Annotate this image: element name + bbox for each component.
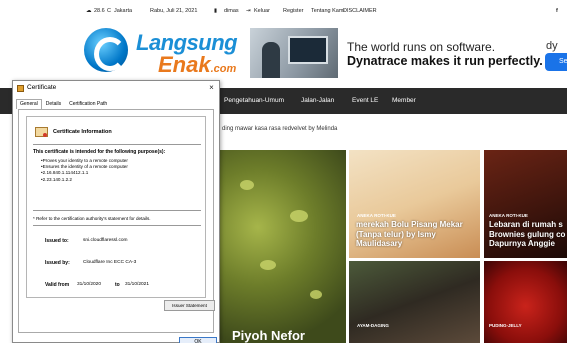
article-title[interactable]: merekah Bolu Pisang Mekar (Tanpa telur) … (356, 220, 480, 249)
weather-city: Jakarta (114, 8, 133, 14)
logo-text-enak-suffix: .com (210, 63, 237, 75)
divider (33, 210, 201, 211)
nav-item-pengetahuan-umum[interactable]: Pengetahuan-Umum (224, 97, 284, 104)
featured-article-title[interactable]: Piyoh Nefor (232, 328, 305, 343)
facebook-icon[interactable]: f (556, 8, 558, 14)
article-tile-bolu[interactable]: ANEKA ROTI-KUE merekah Bolu Pisang Mekar… (349, 150, 480, 258)
valid-from-label: Valid from (45, 282, 70, 288)
issued-by-value: Cloudflare Inc ECC CA-3 (83, 260, 137, 265)
close-button[interactable]: × (205, 82, 218, 94)
dialog-title: Certificate (27, 84, 57, 91)
food-speck (290, 210, 308, 222)
ad-headline: The world runs on software. (347, 40, 496, 54)
cloud-icon: ☁ (86, 8, 92, 14)
purpose-heading: This certificate is intended for the fol… (33, 149, 166, 155)
about-link[interactable]: Tentang Kami (311, 8, 345, 14)
user-icon: ▮ (214, 8, 218, 14)
food-speck (260, 260, 276, 270)
food-speck (240, 180, 254, 190)
article-tile-ayam[interactable]: AYAM-DAGING (349, 261, 480, 343)
article-category: AYAM-DAGING (357, 323, 389, 328)
register-link[interactable]: Register (283, 8, 303, 14)
ad-screen (288, 36, 328, 64)
article-category: PUDING-JELLY (489, 323, 522, 328)
article-tile-puding[interactable]: PUDING-JELLY (484, 261, 567, 343)
divider (33, 144, 201, 145)
nav-item-event-le[interactable]: Event LE (352, 97, 378, 104)
logo-icon (84, 28, 128, 72)
issued-to-value: sni.cloudflaressl.com (83, 238, 128, 243)
purpose-item: 2.23.140.1.2.2 (41, 177, 128, 183)
logout-icon: ⇥ (246, 8, 251, 14)
certificate-info-box: Certificate Information This certificate… (26, 116, 206, 298)
logo-text-enak-main: Enak (158, 52, 211, 77)
dialog-titlebar[interactable]: Certificate × (13, 81, 219, 96)
valid-from-value: 31/10/2020 (77, 282, 102, 287)
weather-temp: 28.6 (94, 8, 105, 14)
purpose-list: Proves your identity to a remote compute… (41, 158, 128, 183)
logout-link[interactable]: Keluar (254, 8, 270, 14)
tab-certification-path[interactable]: Certification Path (65, 99, 111, 109)
username-link[interactable]: dimas (224, 8, 239, 14)
issued-by-label: Issued by: (45, 260, 70, 266)
food-speck (310, 290, 322, 299)
refer-note: * Refer to the certification authority's… (33, 216, 151, 221)
certificate-icon (35, 127, 48, 137)
nav-item-jalan-jalan[interactable]: Jalan-Jalan (301, 97, 334, 104)
tab-details[interactable]: Details (42, 99, 65, 109)
dynatrace-ad-banner[interactable]: The world runs on software. Dynatrace ma… (250, 28, 567, 80)
article-tile-brownies[interactable]: ANEKA ROTI-KUE Lebaran di rumah s Browni… (484, 150, 567, 258)
tab-general[interactable]: General (16, 99, 42, 109)
site-date: Rabu, Juli 21, 2021 (150, 8, 198, 14)
article-title[interactable]: Lebaran di rumah s Brownies gulung co Da… (489, 220, 567, 249)
issuer-statement-button[interactable]: Issuer Statement (164, 300, 215, 311)
divider (33, 225, 201, 226)
weather-unit: C (107, 8, 111, 14)
ad-cta-button[interactable]: Se (545, 53, 567, 71)
disclaimer-link[interactable]: DISCLAIMER (343, 8, 377, 14)
dialog-tabs: General Details Certification Path (16, 99, 111, 109)
issued-to-label: Issued to: (45, 238, 69, 244)
ok-button[interactable]: OK (179, 337, 217, 343)
ad-photo (250, 28, 338, 78)
certificate-dialog: Certificate × General Details Certificat… (12, 80, 220, 343)
valid-to-label: to (115, 282, 120, 288)
valid-to-value: 31/10/2021 (125, 282, 150, 287)
ad-brand: dy (546, 40, 558, 52)
certificate-info-heading: Certificate Information (53, 129, 112, 135)
certificate-icon (17, 85, 24, 92)
logo-text-enak: Enak.com (158, 52, 236, 78)
news-ticker[interactable]: ding mawar kasa rasa redvelvet by Melind… (222, 126, 337, 132)
site-topbar: ☁ 28.6 C Jakarta Rabu, Juli 21, 2021 ▮ d… (0, 0, 567, 22)
featured-article-tile[interactable] (220, 150, 346, 343)
site-logo[interactable]: Langsung Enak.com (80, 26, 238, 82)
article-category: ANEKA ROTI-KUE (489, 213, 528, 218)
article-category: ANEKA ROTI-KUE (357, 213, 396, 218)
ad-subheadline: Dynatrace makes it run perfectly. (347, 54, 543, 68)
general-tab-panel: Certificate Information This certificate… (18, 109, 215, 333)
ad-person (262, 42, 280, 78)
nav-item-member[interactable]: Member (392, 97, 416, 104)
